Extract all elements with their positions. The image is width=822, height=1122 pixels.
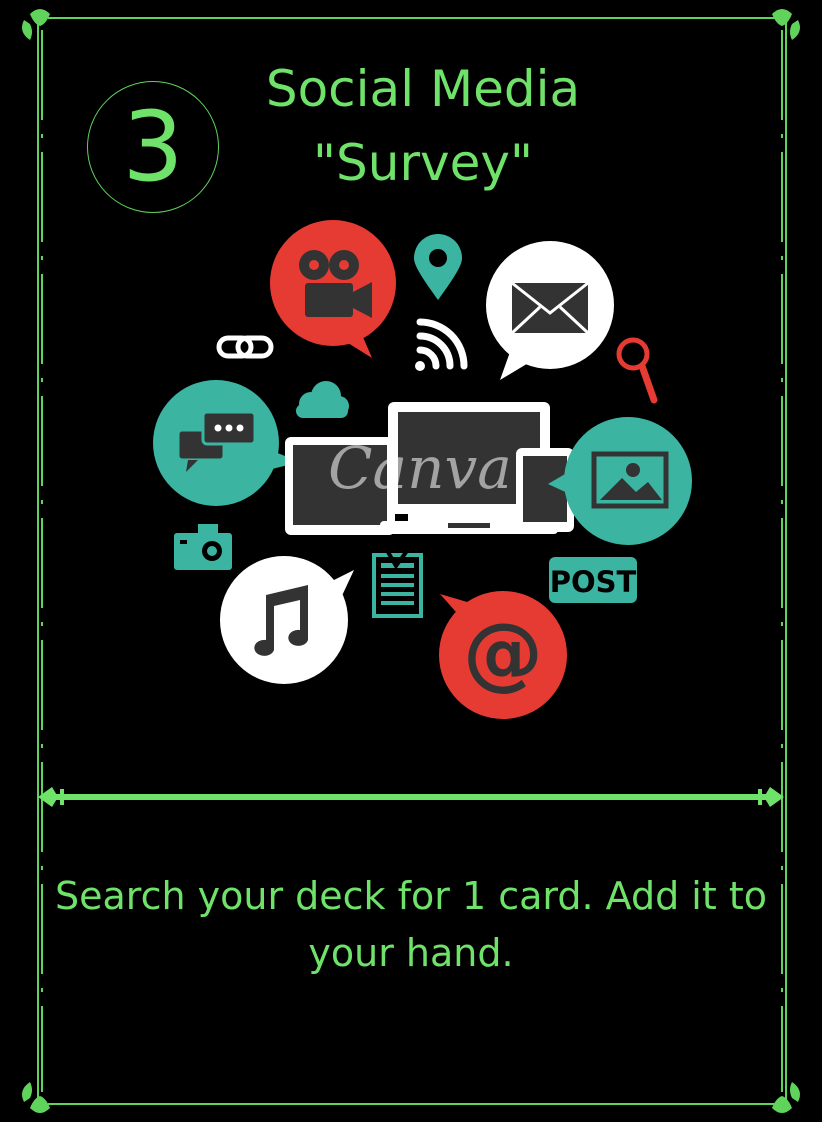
svg-text:@: @ <box>463 606 543 699</box>
card-title: Social Media "Survey" <box>240 52 606 200</box>
canva-watermark: Canva <box>328 434 512 502</box>
cost-value: 3 <box>122 91 184 203</box>
game-card[interactable]: 3 Social Media "Survey" Canva POST @ Sea… <box>0 0 822 1122</box>
envelope-icon <box>486 241 614 380</box>
cost-circle: 3 <box>87 81 219 213</box>
music-note-icon <box>220 556 354 684</box>
card-effect-text: Search your deck for 1 card. Add it to y… <box>55 874 767 975</box>
link-icon <box>216 335 274 359</box>
document-icon <box>372 542 423 618</box>
devices-icon: Canva <box>285 402 574 535</box>
post-tag-icon: POST <box>549 557 637 603</box>
chat-icon <box>153 380 300 506</box>
card-artwork: Canva POST @ <box>153 220 692 719</box>
magnifier-icon <box>616 337 658 404</box>
cloud-icon <box>296 381 349 418</box>
wifi-icon <box>415 318 468 371</box>
section-divider <box>38 787 784 807</box>
svg-text:POST: POST <box>550 565 637 599</box>
title-line-2: "Survey" <box>313 134 533 192</box>
camera-icon <box>174 524 232 570</box>
title-line-1: Social Media <box>265 60 581 118</box>
at-sign-icon: @ <box>439 591 567 719</box>
location-pin-icon <box>414 234 462 300</box>
video-camera-icon <box>270 220 396 358</box>
